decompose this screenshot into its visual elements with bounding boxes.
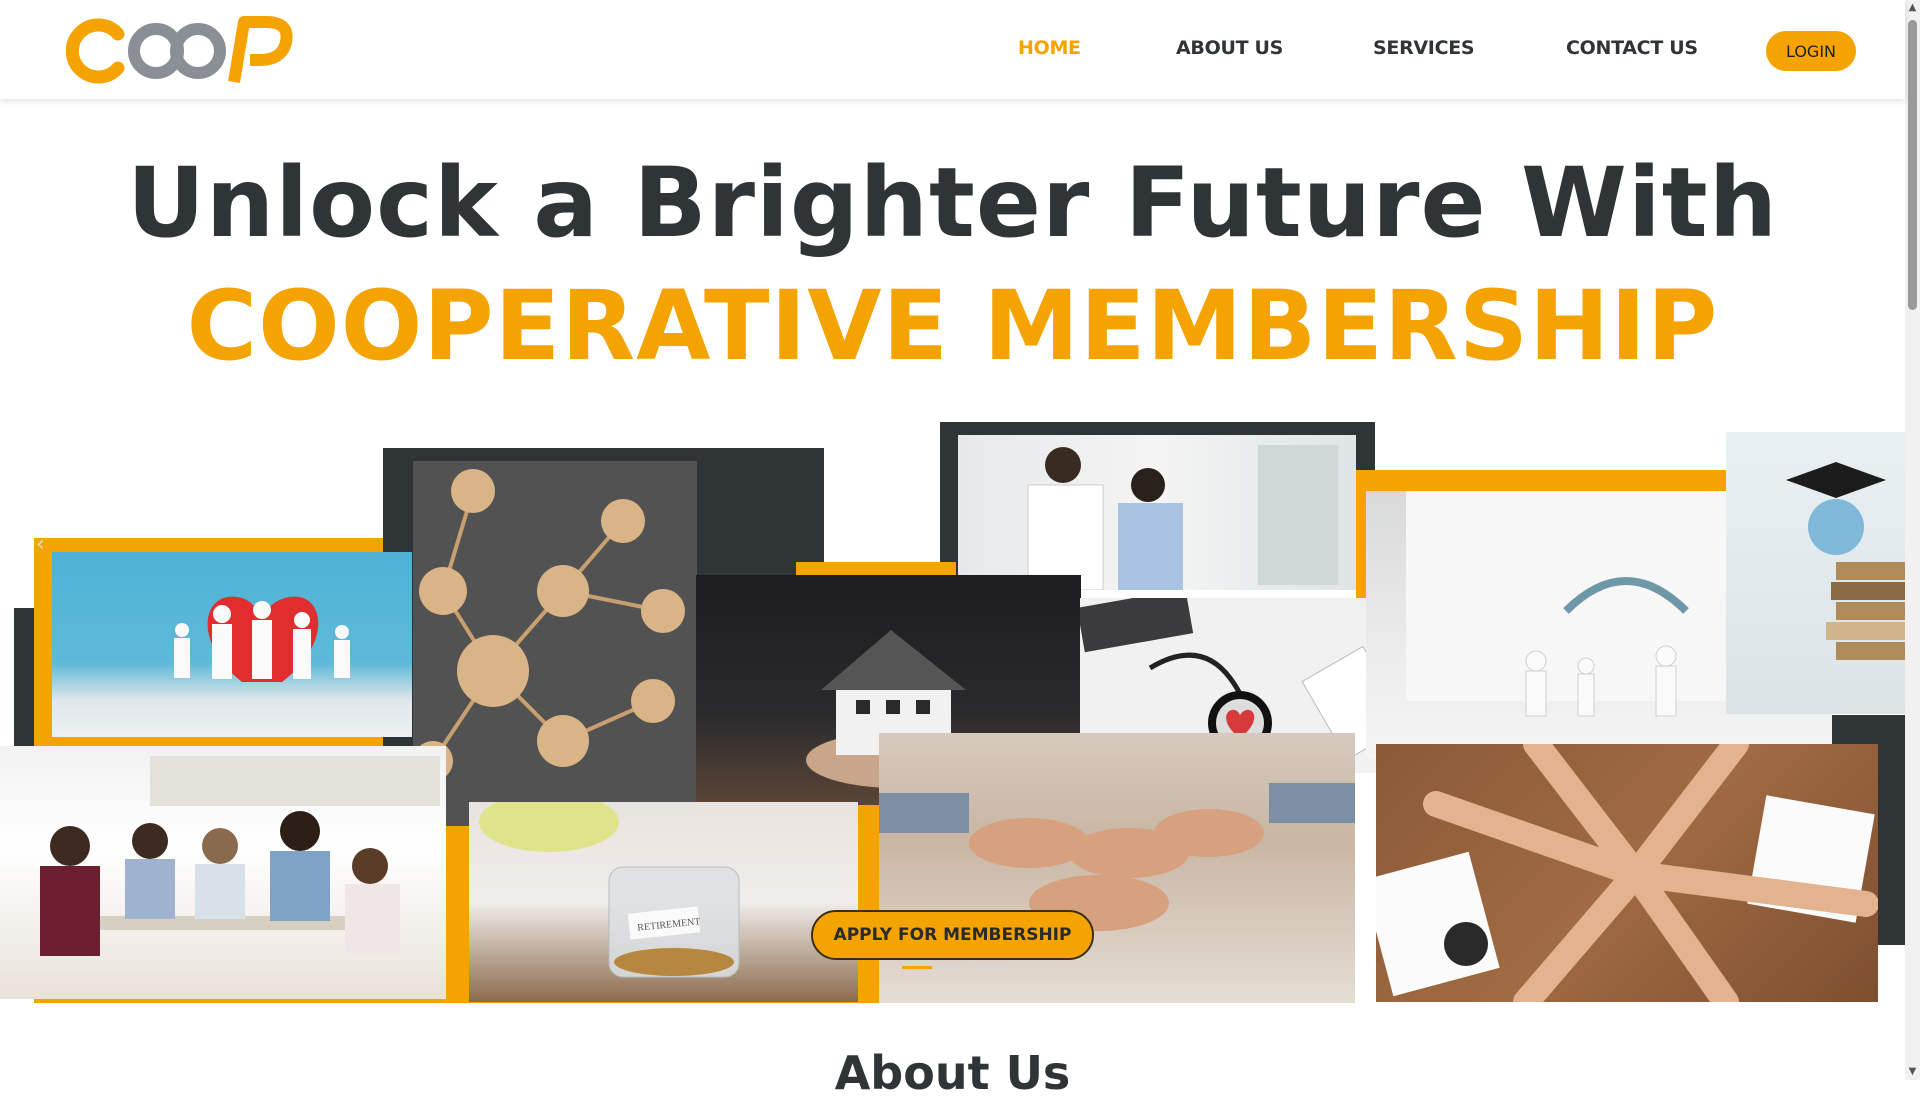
graduation-cap-icon xyxy=(1786,462,1905,660)
about-us-heading: About Us xyxy=(834,1046,1071,1100)
collage-image-students-studying xyxy=(0,746,446,999)
coop-logo-icon xyxy=(65,16,293,84)
slider-dot[interactable] xyxy=(938,966,968,969)
slider-dot[interactable] xyxy=(974,966,1004,969)
network-people-icon xyxy=(413,469,685,781)
slider-dot[interactable] xyxy=(902,966,932,969)
collage-image-wooden-network xyxy=(413,461,697,826)
coop-logo[interactable]: COOP xyxy=(65,14,296,86)
coin-jar-icon: RETIREMENT xyxy=(479,802,740,978)
collage-image-retirement-jar: RETIREMENT xyxy=(469,802,858,1002)
nav-services[interactable]: SERVICES xyxy=(1373,37,1475,59)
hero-heading: Unlock a Brighter Future With xyxy=(126,147,1779,259)
site-header: COOP HOME ABOUT US SERVICES CONTACT US L… xyxy=(0,0,1905,99)
nav-about-us[interactable]: ABOUT US xyxy=(1176,37,1283,59)
scroll-up-arrow-icon[interactable]: ▲ xyxy=(1905,0,1920,16)
fist-bump-icon xyxy=(879,783,1355,931)
login-button[interactable]: LOGIN xyxy=(1766,31,1856,71)
collage-image-graduation-books xyxy=(1726,432,1905,714)
apply-membership-button[interactable]: APPLY FOR MEMBERSHIP xyxy=(811,910,1094,960)
collage-image-doctor-patient xyxy=(958,435,1356,590)
page-scrollbar[interactable]: ▲ ▼ xyxy=(1905,0,1920,1080)
collage-image-team-hands-stack xyxy=(1376,744,1878,1002)
scroll-down-arrow-icon[interactable]: ▼ xyxy=(1905,1064,1920,1080)
scrollbar-thumb[interactable] xyxy=(1908,20,1917,310)
heart-family-icon xyxy=(174,596,350,682)
doctor-patient-icon xyxy=(1027,445,1338,590)
slider-prev-arrow[interactable]: ‹ xyxy=(36,532,45,557)
hands-stack-icon xyxy=(1376,744,1878,1002)
nav-home[interactable]: HOME xyxy=(1018,37,1081,59)
students-icon xyxy=(40,756,440,956)
collage-image-team-fist-bump xyxy=(879,733,1355,1003)
nav-contact-us[interactable]: CONTACT US xyxy=(1566,37,1698,59)
hero-subheading: COOPERATIVE MEMBERSHIP xyxy=(186,270,1719,382)
collage-image-paper-family-heart xyxy=(52,552,412,737)
